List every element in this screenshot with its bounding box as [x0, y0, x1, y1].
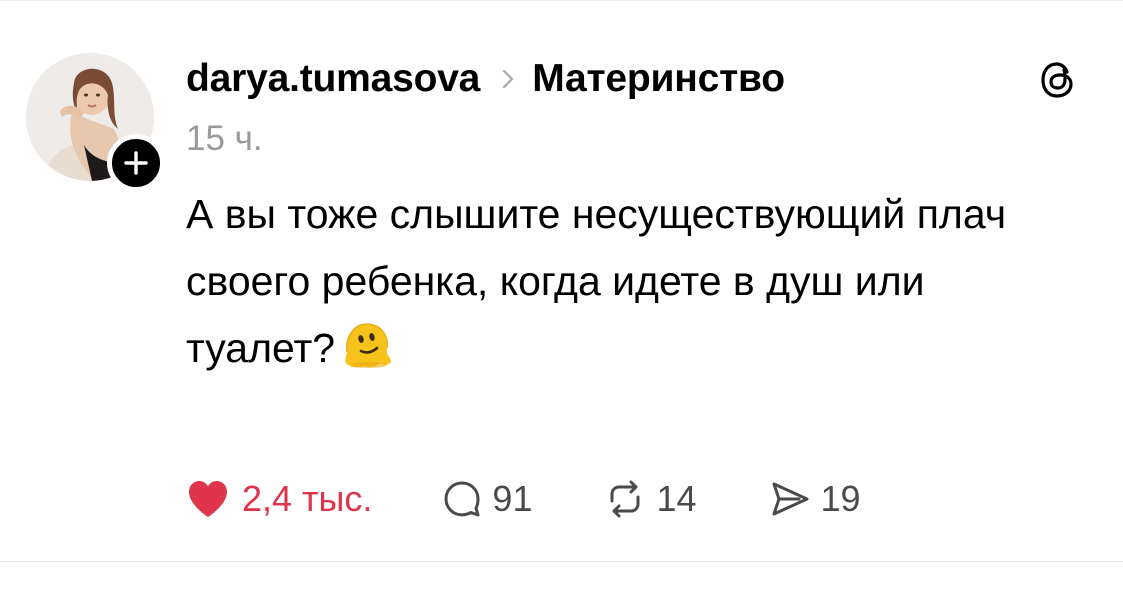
- chevron-right-icon: [493, 64, 523, 94]
- threads-logo-icon[interactable]: [1036, 58, 1080, 102]
- post-actions: 2,4 тыс. 91 14 19: [186, 471, 861, 527]
- like-button[interactable]: 2,4 тыс.: [186, 478, 372, 520]
- username[interactable]: darya.tumasova: [186, 57, 480, 101]
- author-avatar[interactable]: [26, 53, 165, 192]
- melting-face-emoji: [341, 318, 393, 370]
- repost-button[interactable]: 14: [604, 478, 697, 520]
- post-header: darya.tumasova Материнство: [186, 51, 785, 107]
- comment-icon: [444, 481, 480, 517]
- follow-button[interactable]: [107, 134, 165, 192]
- reply-count: 91: [492, 478, 533, 519]
- divider: [0, 561, 1123, 562]
- share-button[interactable]: 19: [769, 478, 861, 520]
- thread-post: darya.tumasova Материнство 15 ч. А вы то…: [0, 0, 1123, 600]
- repost-icon: [610, 480, 640, 518]
- topic-tag[interactable]: Материнство: [532, 57, 785, 101]
- like-count: 2,4 тыс.: [242, 478, 373, 519]
- repost-count: 14: [656, 478, 697, 519]
- heart-icon: [189, 481, 227, 517]
- reply-button[interactable]: 91: [442, 478, 532, 520]
- plus-icon: [124, 151, 148, 175]
- share-count: 19: [820, 478, 861, 519]
- post-text: А вы тоже слышите несуществующий плач св…: [186, 191, 1007, 371]
- post-timestamp: 15 ч.: [186, 119, 263, 158]
- share-icon: [772, 482, 809, 516]
- post-body: А вы тоже слышите несуществующий плач св…: [186, 181, 1046, 382]
